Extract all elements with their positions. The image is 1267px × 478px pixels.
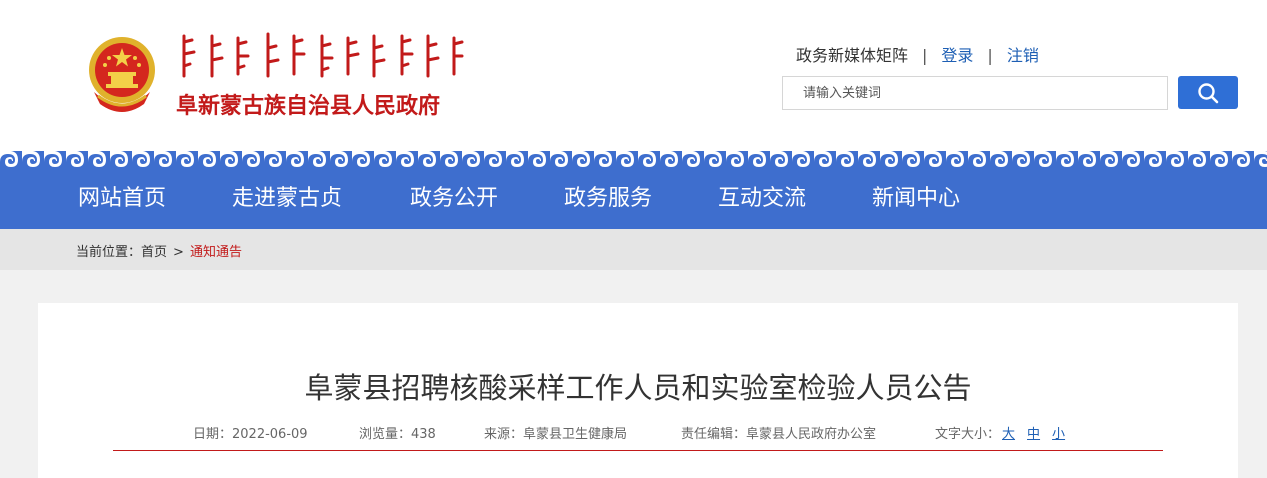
login-link[interactable]: 登录: [941, 42, 973, 66]
site-name[interactable]: 阜新蒙古族自治县人民政府: [176, 88, 440, 120]
nav-item-news[interactable]: 新闻中心: [872, 168, 960, 229]
title-divider: [113, 450, 1163, 451]
article-source: 来源：阜蒙县卫生健康局: [484, 427, 628, 442]
breadcrumb-bar: 当前位置：首页 > 通知通告: [0, 229, 1267, 270]
top-links: 政务新媒体矩阵 | 登录 | 注销: [796, 42, 1039, 66]
nav-item-about[interactable]: 走进蒙古贞: [232, 168, 342, 229]
nav-item-home[interactable]: 网站首页: [78, 168, 166, 229]
article-views: 浏览量：438: [359, 427, 436, 442]
font-size-control: 文字大小：大中小: [935, 423, 1065, 442]
article-title: 阜蒙县招聘核酸采样工作人员和实验室检验人员公告: [304, 371, 972, 405]
search-input[interactable]: [783, 77, 1167, 109]
breadcrumb-prefix: 当前位置：: [76, 245, 142, 260]
logout-link[interactable]: 注销: [1007, 42, 1039, 66]
article-date: 日期：2022-06-09: [193, 427, 308, 442]
font-size-label: 文字大小：: [935, 427, 1001, 442]
article-panel: 阜蒙县招聘核酸采样工作人员和实验室检验人员公告 日期：2022-06-09 浏览…: [38, 303, 1238, 478]
breadcrumb: 当前位置：首页 > 通知通告: [76, 241, 242, 260]
article-editor: 责任编辑：阜蒙县人民政府办公室: [681, 427, 877, 442]
separator: |: [987, 46, 993, 65]
national-emblem-icon[interactable]: [84, 36, 160, 116]
search-icon: [1198, 82, 1219, 103]
search-field: [782, 76, 1168, 110]
font-small-button[interactable]: 小: [1052, 427, 1065, 442]
main-nav: 网站首页 走进蒙古贞 政务公开 政务服务 互动交流 新闻中心: [0, 168, 1267, 229]
breadcrumb-arrow: >: [173, 245, 184, 260]
font-large-button[interactable]: 大: [1002, 427, 1015, 442]
mongolian-script-logo: [182, 32, 464, 78]
breadcrumb-home[interactable]: 首页: [141, 245, 167, 260]
decorative-wave-border: [0, 148, 1267, 170]
font-medium-button[interactable]: 中: [1027, 427, 1040, 442]
nav-item-gov-service[interactable]: 政务服务: [564, 168, 652, 229]
nav-item-gov-open[interactable]: 政务公开: [410, 168, 498, 229]
separator: |: [922, 46, 928, 65]
breadcrumb-current[interactable]: 通知通告: [190, 245, 242, 260]
media-matrix-link[interactable]: 政务新媒体矩阵: [796, 42, 908, 66]
search-button[interactable]: [1178, 76, 1238, 109]
site-header: 阜新蒙古族自治县人民政府 政务新媒体矩阵 | 登录 | 注销: [0, 0, 1267, 148]
nav-item-interaction[interactable]: 互动交流: [718, 168, 806, 229]
